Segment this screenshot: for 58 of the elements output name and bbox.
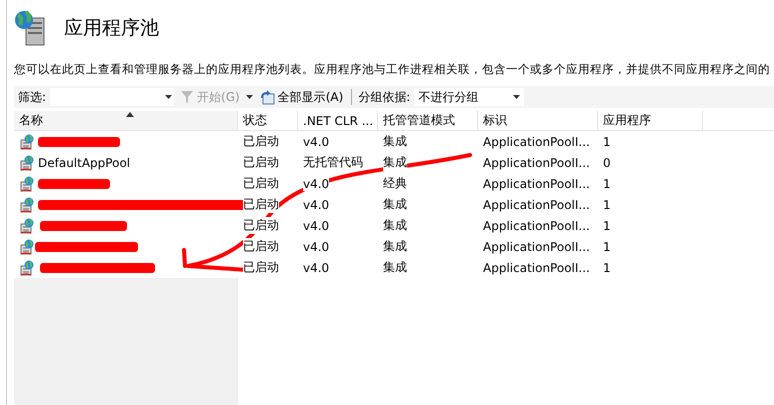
app-pool-icon xyxy=(19,196,35,212)
table-cell: ApplicationPoolI... xyxy=(483,156,590,170)
app-pool-icon xyxy=(19,134,35,150)
table-cell: v4.0 xyxy=(303,134,330,148)
table-cell: 1 xyxy=(603,260,611,274)
refresh-list-icon xyxy=(258,89,275,105)
table-cell: 无托管代码 xyxy=(303,154,363,171)
column-header[interactable]: 名称 xyxy=(14,111,238,130)
filter-label: 筛选: xyxy=(18,88,46,106)
dropdown-caret-icon[interactable] xyxy=(165,95,172,99)
table-cell: 1 xyxy=(603,176,611,190)
table-cell: 已启动 xyxy=(243,217,279,234)
page-title: 应用程序池 xyxy=(64,16,159,41)
table-cell: 1 xyxy=(603,134,611,148)
sort-arrow-icon xyxy=(126,112,134,117)
filter-field[interactable] xyxy=(50,88,174,106)
group-by-label: 分组依据: xyxy=(358,88,410,106)
table-cell: v4.0 xyxy=(303,240,330,254)
app-pool-icon xyxy=(19,154,35,170)
table-cell: 已启动 xyxy=(243,196,279,213)
funnel-icon xyxy=(180,90,194,104)
page-description: 您可以在此页上查看和管理服务器上的应用程序池列表。应用程序池与工作进程相关联，包含一个或多个应用程序，并提供不同应用程序之间的 xyxy=(14,62,771,78)
table-cell: ApplicationPoolI... xyxy=(483,240,590,254)
column-header[interactable]: 托管管道模式 xyxy=(378,111,478,130)
table-cell: 0 xyxy=(603,156,611,170)
column-header[interactable]: 标识 xyxy=(478,111,598,130)
show-all-button[interactable]: 全部显示(A) xyxy=(256,88,346,106)
app-pool-icon xyxy=(19,238,35,254)
pool-name-cell[interactable]: DefaultAppPool xyxy=(14,152,238,173)
group-by-dropdown[interactable]: 不进行分组 xyxy=(414,88,524,106)
table-cell: 已启动 xyxy=(243,154,279,171)
dropdown-caret-icon xyxy=(513,95,520,99)
table-cell: 经典 xyxy=(383,175,407,192)
table-cell: v4.0 xyxy=(303,260,330,274)
column-header[interactable]: .NET CLR ... xyxy=(298,111,378,130)
table-cell: v4.0 xyxy=(303,198,330,212)
column-header[interactable]: 状态 xyxy=(238,111,298,130)
dropdown-caret-icon[interactable] xyxy=(246,95,253,99)
column-header[interactable]: 应用程序 xyxy=(598,111,703,130)
table-cell: ApplicationPoolI... xyxy=(483,176,590,190)
table-cell: ApplicationPoolI... xyxy=(483,198,590,212)
table-cell: ApplicationPoolI... xyxy=(483,134,590,148)
redaction-mark xyxy=(38,179,110,189)
app-pool-icon xyxy=(19,176,35,192)
table-cell: 1 xyxy=(603,198,611,212)
table-cell: 1 xyxy=(603,240,611,254)
table-cell: 1 xyxy=(603,218,611,232)
table-cell: 已启动 xyxy=(243,133,279,150)
table-cell: 集成 xyxy=(383,154,407,171)
table-cell: 已启动 xyxy=(243,238,279,255)
app-pool-icon xyxy=(19,218,35,234)
app-pool-icon xyxy=(19,260,35,276)
table-cell: ApplicationPoolI... xyxy=(483,218,590,232)
table-cell: 已启动 xyxy=(243,175,279,192)
table-cell: 已启动 xyxy=(243,259,279,276)
table-cell: v4.0 xyxy=(303,218,330,232)
table-cell: ApplicationPoolI... xyxy=(483,260,590,274)
table-cell: v4.0 xyxy=(303,176,330,190)
